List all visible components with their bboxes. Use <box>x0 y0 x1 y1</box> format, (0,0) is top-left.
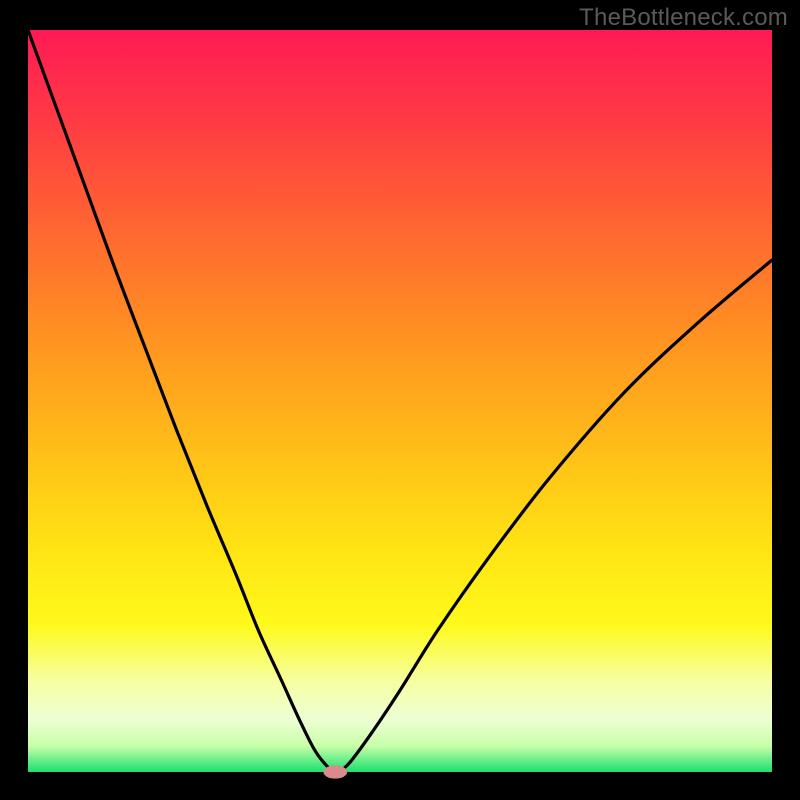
bottleneck-chart <box>0 0 800 800</box>
min-marker <box>323 765 347 778</box>
chart-frame: TheBottleneck.com <box>0 0 800 800</box>
plot-background <box>28 30 772 772</box>
watermark-text: TheBottleneck.com <box>579 4 788 32</box>
